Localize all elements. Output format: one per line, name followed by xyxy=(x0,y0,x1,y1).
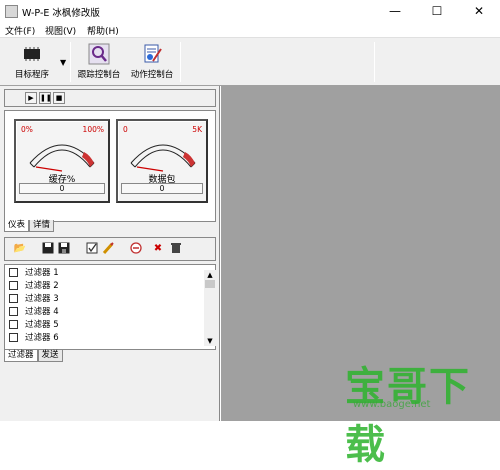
play-button[interactable]: ▶ xyxy=(25,92,37,104)
filter-checkbox[interactable] xyxy=(9,307,18,316)
document-edit-icon xyxy=(141,43,163,65)
filter-scrollbar[interactable]: ▲ ▼ xyxy=(204,270,216,346)
save-all-icon[interactable] xyxy=(57,242,71,256)
filter-list: 过滤器 1 过滤器 2 过滤器 3 过滤器 4 过滤器 5 过滤器 6 xyxy=(4,264,216,350)
filter-label: 过滤器 6 xyxy=(25,333,59,343)
toolbar-separator xyxy=(180,42,181,82)
toolbar-separator xyxy=(374,42,375,82)
toolbar: 目标程序 ▼ 跟踪控制台 动作控制台 xyxy=(0,38,500,86)
gauge-dial xyxy=(29,144,95,172)
menu-file[interactable]: 文件(F) xyxy=(5,24,35,37)
list-item[interactable]: 过滤器 5 xyxy=(9,319,209,332)
gauge-value: 0 xyxy=(121,183,203,194)
target-program-label: 目标程序 xyxy=(14,70,49,80)
scroll-down-icon[interactable]: ▼ xyxy=(204,336,216,346)
action-console-label: 动作控制台 xyxy=(130,70,174,80)
packet-gauge: 0 5K 数据包 0 xyxy=(116,119,208,203)
tab-filters[interactable]: 过滤器 xyxy=(4,350,38,362)
target-program-button[interactable]: 目标程序 xyxy=(4,40,60,84)
watermark-url: www.baoge.net xyxy=(353,399,431,410)
tab-send[interactable]: 发送 xyxy=(37,350,63,362)
app-icon xyxy=(5,5,18,18)
filter-toolbar: 📂 ✖ xyxy=(4,237,216,261)
maximize-button[interactable]: ☐ xyxy=(416,0,458,22)
open-folder-icon[interactable]: 📂 xyxy=(13,242,27,256)
menu-view[interactable]: 视图(V) xyxy=(45,24,76,37)
filter-tabs: 过滤器 发送 xyxy=(4,350,63,362)
save-icon[interactable] xyxy=(41,242,55,256)
close-button[interactable]: ✕ xyxy=(458,0,500,22)
filter-checkbox[interactable] xyxy=(9,294,18,303)
gauge-area: 0% 100% 缓存% 0 0 5K 数据包 0 xyxy=(4,110,216,222)
playback-bar: ▶ ❚❚ ■ xyxy=(4,89,216,107)
filter-label: 过滤器 1 xyxy=(25,268,59,278)
check-document-icon[interactable] xyxy=(85,242,99,256)
action-console-button[interactable]: 动作控制台 xyxy=(126,40,178,84)
filter-label: 过滤器 4 xyxy=(25,307,59,317)
tab-gauges[interactable]: 仪表 xyxy=(4,220,30,232)
filter-checkbox[interactable] xyxy=(9,333,18,342)
list-item[interactable]: 过滤器 1 xyxy=(9,267,209,280)
list-item[interactable]: 过滤器 3 xyxy=(9,293,209,306)
filter-checkbox[interactable] xyxy=(9,268,18,277)
tab-details[interactable]: 详情 xyxy=(29,220,55,232)
gauge-value: 0 xyxy=(19,183,105,194)
filter-label: 过滤器 5 xyxy=(25,320,59,330)
scroll-thumb[interactable] xyxy=(205,280,215,288)
list-item[interactable]: 过滤器 4 xyxy=(9,306,209,319)
chip-icon xyxy=(21,43,43,65)
filter-label: 过滤器 2 xyxy=(25,281,59,291)
menu-help[interactable]: 帮助(H) xyxy=(87,24,119,37)
delete-icon[interactable]: ✖ xyxy=(151,242,165,256)
menu-bar: 文件(F) 视图(V) 帮助(H) xyxy=(0,22,500,38)
magnifier-icon xyxy=(88,43,110,65)
gauge-dial xyxy=(130,144,196,172)
minimize-button[interactable]: — xyxy=(374,0,416,22)
filter-checkbox[interactable] xyxy=(9,281,18,290)
trace-console-button[interactable]: 跟踪控制台 xyxy=(74,40,124,84)
list-item[interactable]: 过滤器 6 xyxy=(9,332,209,345)
toolbar-separator xyxy=(70,42,71,82)
left-panel: ▶ ❚❚ ■ 0% 100% 缓存% 0 0 5K 数据包 0 仪表 详情 📂 … xyxy=(0,86,220,421)
watermark-logo: 宝哥下载 xyxy=(345,364,471,468)
gauge-tabs: 仪表 详情 xyxy=(4,220,55,232)
buffer-gauge: 0% 100% 缓存% 0 xyxy=(14,119,110,203)
title-bar: W-P-E 冰枫修改版 — ☐ ✕ xyxy=(0,0,500,22)
filter-checkbox[interactable] xyxy=(9,320,18,329)
list-item[interactable]: 过滤器 2 xyxy=(9,280,209,293)
dropdown-arrow-icon[interactable]: ▼ xyxy=(60,58,66,67)
window-title: W-P-E 冰枫修改版 xyxy=(22,8,100,19)
filter-label: 过滤器 3 xyxy=(25,294,59,304)
stop-button[interactable]: ■ xyxy=(53,92,65,104)
edit-pen-icon[interactable] xyxy=(101,242,115,256)
scroll-up-icon[interactable]: ▲ xyxy=(204,270,216,280)
pause-button[interactable]: ❚❚ xyxy=(39,92,52,104)
no-entry-icon[interactable] xyxy=(129,242,143,256)
trace-console-label: 跟踪控制台 xyxy=(77,70,121,80)
trash-icon[interactable] xyxy=(169,242,183,256)
